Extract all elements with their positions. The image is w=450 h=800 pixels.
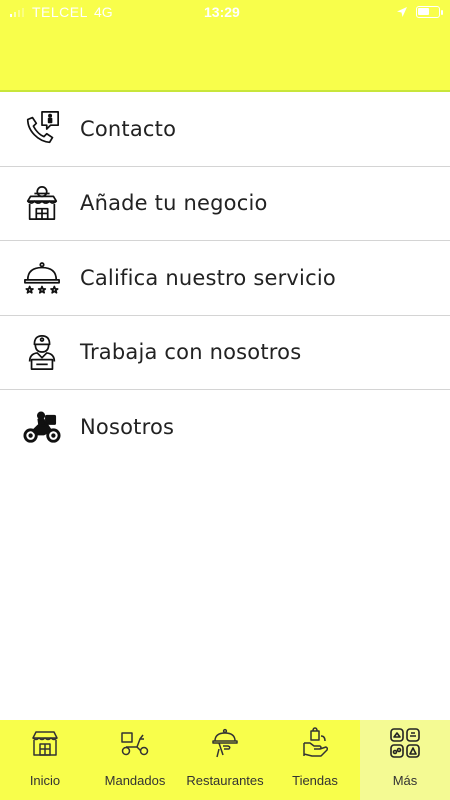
app-header <box>0 24 450 92</box>
bottom-tab-bar: Inicio Mandados Restaurantes Tiendas Más <box>0 720 450 800</box>
phone-contact-icon <box>22 109 62 149</box>
menu-item-label: Añade tu negocio <box>80 191 268 216</box>
store-icon <box>29 726 61 760</box>
tab-restaurantes[interactable]: Restaurantes <box>180 720 270 800</box>
tab-label: Mandados <box>104 773 166 788</box>
tab-mas[interactable]: Más <box>360 720 450 800</box>
menu-item-nosotros[interactable]: Nosotros <box>0 390 450 465</box>
menu-item-label: Califica nuestro servicio <box>80 265 336 290</box>
scooter-icon <box>119 726 151 760</box>
clock: 13:29 <box>204 4 240 20</box>
carrier-name: TELCEL <box>32 4 88 20</box>
serving-hand-icon <box>209 726 241 760</box>
tab-label: Restaurantes <box>186 773 264 788</box>
cloche-rating-icon <box>22 258 62 298</box>
more-menu-list: Contacto Añade tu negocio Califica nuest… <box>0 92 450 465</box>
motorcycle-icon <box>22 407 62 447</box>
menu-item-label: Nosotros <box>80 415 175 440</box>
network-type: 4G <box>94 4 113 20</box>
battery-cap <box>441 10 443 15</box>
location-arrow-icon <box>397 7 407 17</box>
storefront-icon <box>22 183 62 223</box>
delivery-person-icon <box>22 332 62 372</box>
status-bar: TELCEL 4G 13:29 <box>0 0 450 24</box>
signal-icon <box>10 8 24 17</box>
menu-item-contacto[interactable]: Contacto <box>0 92 450 167</box>
tab-label: Tiendas <box>292 773 338 788</box>
grid-more-icon <box>389 726 421 760</box>
tab-mandados[interactable]: Mandados <box>90 720 180 800</box>
menu-item-califica-servicio[interactable]: Califica nuestro servicio <box>0 241 450 316</box>
tab-label: Inicio <box>29 773 61 788</box>
shopping-hand-icon <box>299 726 331 760</box>
tab-inicio[interactable]: Inicio <box>0 720 90 800</box>
tab-label: Más <box>392 773 418 788</box>
battery-icon <box>416 6 440 18</box>
menu-item-label: Contacto <box>80 116 177 141</box>
menu-item-trabaja-nosotros[interactable]: Trabaja con nosotros <box>0 316 450 390</box>
tab-tiendas[interactable]: Tiendas <box>270 720 360 800</box>
menu-item-label: Trabaja con nosotros <box>80 340 302 365</box>
menu-item-anade-negocio[interactable]: Añade tu negocio <box>0 167 450 241</box>
